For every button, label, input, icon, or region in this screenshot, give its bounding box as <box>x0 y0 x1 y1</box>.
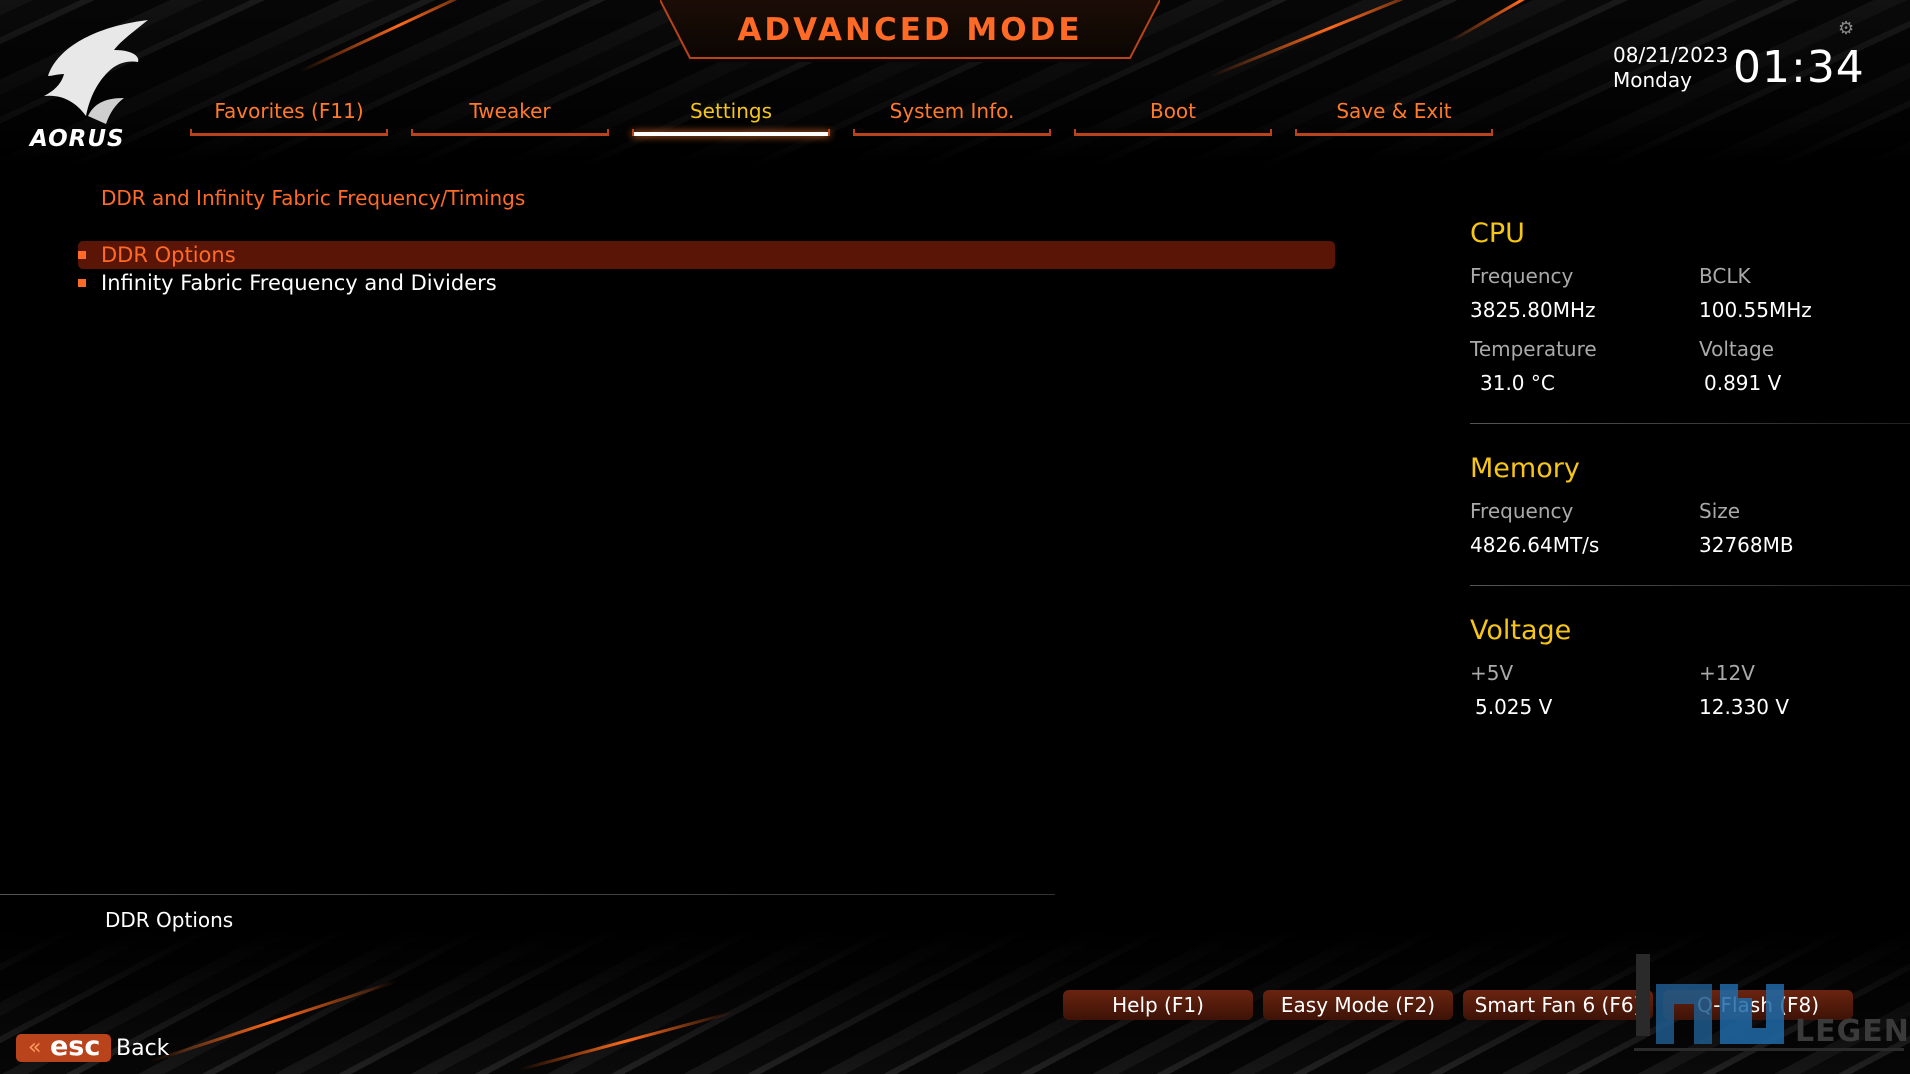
menu-item-ddr-options[interactable]: DDR Options <box>78 241 1335 269</box>
tab-label: Boot <box>1149 99 1197 123</box>
cpu-frequency-label: Frequency <box>1470 264 1574 288</box>
cpu-temperature-label: Temperature <box>1470 337 1597 361</box>
menu-item-label: Infinity Fabric Frequency and Dividers <box>101 271 497 295</box>
tab-settings[interactable]: Settings <box>632 98 830 136</box>
tab-boot[interactable]: Boot <box>1074 98 1272 136</box>
tab-underline <box>411 129 609 136</box>
back-label[interactable]: Back <box>116 1036 169 1061</box>
day-text: Monday <box>1613 68 1692 92</box>
tab-favorites[interactable]: Favorites (F11) <box>190 98 388 136</box>
menu-item-label: DDR Options <box>101 243 236 267</box>
clock: 01:34 <box>1733 42 1865 93</box>
cpu-bclk-value: 100.55MHz <box>1699 298 1812 322</box>
cpu-frequency-value: 3825.80MHz <box>1470 298 1596 322</box>
tab-underline <box>1295 129 1493 136</box>
memory-section-title: Memory <box>1470 453 1580 484</box>
tab-system-info[interactable]: System Info. <box>853 98 1051 136</box>
tab-underline <box>190 129 388 136</box>
help-divider <box>0 894 1055 895</box>
tab-underline <box>853 129 1051 136</box>
voltage-12v-label: +12V <box>1699 661 1755 685</box>
easy-mode-button[interactable]: Easy Mode (F2) <box>1263 990 1453 1020</box>
cpu-section-title: CPU <box>1470 218 1525 249</box>
esc-label: esc <box>50 1031 101 1062</box>
cpu-voltage-label: Voltage <box>1699 337 1775 361</box>
watermark-text: LEGEND <box>1795 1014 1910 1049</box>
panel-divider <box>1470 423 1910 424</box>
tab-label: System Info. <box>889 99 1015 123</box>
double-chevron-left-icon: « <box>28 1035 42 1060</box>
gear-icon[interactable]: ⚙ <box>1838 18 1854 39</box>
panel-divider <box>1470 585 1910 586</box>
page-title: ADVANCED MODE <box>737 12 1083 48</box>
date-text: 08/21/2023 <box>1613 43 1729 67</box>
tab-underline <box>632 129 830 136</box>
voltage-5v-value: 5.025 V <box>1475 695 1553 719</box>
voltage-5v-label: +5V <box>1470 661 1514 685</box>
smart-fan-button[interactable]: Smart Fan 6 (F6) <box>1463 990 1653 1020</box>
voltage-12v-value: 12.330 V <box>1699 695 1790 719</box>
logo-text: AORUS <box>30 126 125 152</box>
breadcrumb: DDR and Infinity Fabric Frequency/Timing… <box>101 186 526 210</box>
help-button[interactable]: Help (F1) <box>1063 990 1253 1020</box>
date-display: 08/21/2023 Monday <box>1613 43 1728 93</box>
cpu-temperature-value: 31.0 °C <box>1480 371 1555 395</box>
tab-label: Save & Exit <box>1336 99 1452 123</box>
tab-save-exit[interactable]: Save & Exit <box>1295 98 1493 136</box>
memory-size-value: 32768MB <box>1699 533 1794 557</box>
memory-frequency-label: Frequency <box>1470 499 1574 523</box>
bullet-icon <box>78 279 86 287</box>
cpu-bclk-label: BCLK <box>1699 264 1751 288</box>
menu-item-infinity-fabric[interactable]: Infinity Fabric Frequency and Dividers <box>78 269 1335 297</box>
tab-tweaker[interactable]: Tweaker <box>411 98 609 136</box>
tab-underline <box>1074 129 1272 136</box>
voltage-section-title: Voltage <box>1470 615 1572 646</box>
tab-label: Settings <box>689 99 773 123</box>
tab-label: Favorites (F11) <box>214 99 364 123</box>
item-description: DDR Options <box>105 908 234 932</box>
tab-label: Tweaker <box>469 99 551 123</box>
memory-size-label: Size <box>1699 499 1741 523</box>
bullet-icon <box>78 251 86 259</box>
cpu-voltage-value: 0.891 V <box>1704 371 1782 395</box>
memory-frequency-value: 4826.64MT/s <box>1470 533 1600 557</box>
esc-button[interactable]: « esc <box>16 1031 111 1062</box>
